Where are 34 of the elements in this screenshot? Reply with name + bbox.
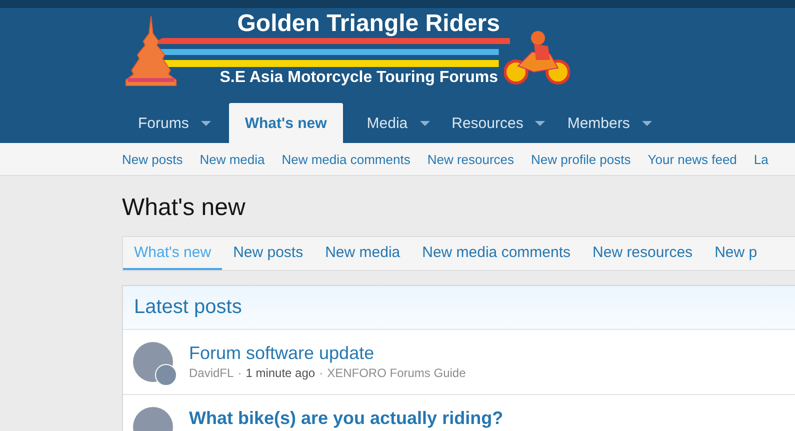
thread-title-link[interactable]: Forum software update: [189, 342, 466, 364]
separator-dot: ·: [238, 366, 242, 380]
forum-link[interactable]: XENFORO Forums Guide: [327, 366, 466, 380]
tab[interactable]: New posts: [222, 237, 314, 270]
nav-tab[interactable]: Media: [350, 103, 414, 143]
separator-dot: ·: [319, 366, 324, 380]
nav-tab[interactable]: Forums: [122, 103, 195, 143]
subnav-link[interactable]: Your news feed: [648, 152, 737, 166]
logo-subtitle: S.E Asia Motorcycle Touring Forums: [220, 68, 499, 88]
page-title: What's new: [122, 194, 246, 222]
subnav-link[interactable]: New resources: [427, 152, 514, 166]
subnav-link[interactable]: La: [754, 152, 768, 166]
caret-icon[interactable]: [200, 120, 211, 126]
tab[interactable]: New resources: [582, 237, 704, 270]
author-link[interactable]: DavidFL: [189, 366, 234, 380]
caret-icon[interactable]: [420, 120, 430, 126]
tab[interactable]: What's new: [123, 237, 222, 270]
subnav-link[interactable]: New media: [200, 152, 265, 166]
logo-title: Golden Triangle Riders: [237, 10, 501, 38]
caret-icon[interactable]: [642, 120, 652, 126]
post-time: 1 minute ago: [246, 366, 316, 380]
subnav-link[interactable]: New posts: [122, 152, 183, 166]
nav-tab[interactable]: Resources: [436, 103, 530, 143]
tab[interactable]: New media: [314, 237, 412, 270]
nav-tab[interactable]: What's new: [228, 103, 343, 143]
subnav-link[interactable]: New profile posts: [531, 152, 631, 166]
motorcycle-icon: [504, 30, 570, 86]
thread-title-link[interactable]: What bike(s) are you actually riding?: [189, 407, 504, 429]
tab[interactable]: New media comments: [411, 237, 582, 270]
nav-tab[interactable]: Members: [551, 103, 636, 143]
subnav-link[interactable]: New media comments: [282, 152, 410, 166]
panel-heading: Latest posts: [123, 286, 795, 330]
tab[interactable]: New p: [704, 237, 768, 270]
caret-icon[interactable]: [535, 120, 546, 126]
